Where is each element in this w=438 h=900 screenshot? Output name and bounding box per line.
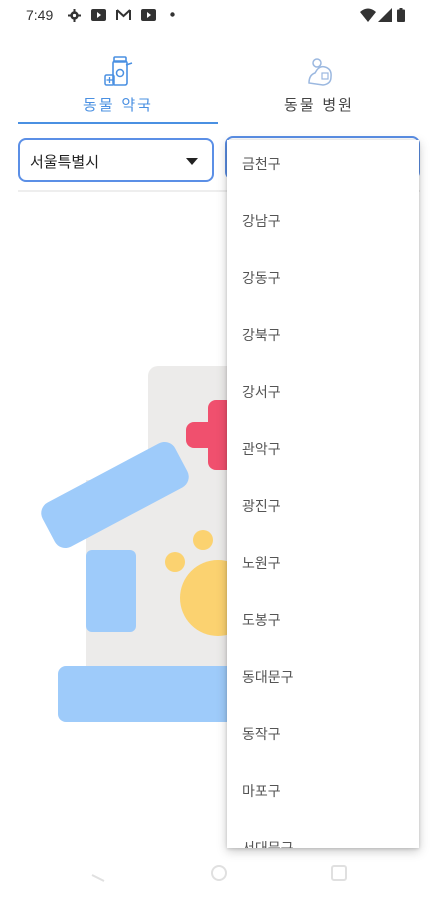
home-icon: [211, 865, 227, 881]
active-tab-indicator: [18, 122, 218, 124]
dropdown-option[interactable]: 강북구: [227, 311, 419, 368]
navigation-bar: [91, 865, 347, 882]
status-bar: 7:49: [0, 0, 438, 30]
youtube-icon: [141, 9, 156, 21]
district-dropdown-menu: 금천구 강남구 강동구 강북구 강서구 관악구 광진구 노원구 도봉구 동대문구…: [227, 140, 419, 848]
tab-label: 동물 병원: [284, 96, 354, 114]
window: [86, 550, 136, 632]
recents-icon: [331, 865, 347, 881]
status-time: 7:49: [26, 7, 54, 23]
paw-toe-1: [165, 552, 185, 572]
hospital-icon: [308, 58, 332, 86]
tab-animal-hospital[interactable]: 동물 병원: [219, 50, 419, 126]
dropdown-option[interactable]: 동작구: [227, 710, 419, 767]
pharmacy-icon: [104, 56, 133, 86]
dropdown-option[interactable]: 서대문구: [227, 824, 419, 848]
dropdown-option[interactable]: 동대문구: [227, 653, 419, 710]
dot-icon: [170, 12, 175, 17]
dropdown-option[interactable]: 강서구: [227, 368, 419, 425]
signal-icon: [378, 8, 392, 22]
dropdown-option[interactable]: 도봉구: [227, 596, 419, 653]
tab-label: 동물 약국: [83, 96, 153, 114]
base-counter: [58, 666, 238, 722]
tab-animal-pharmacy[interactable]: 동물 약국: [18, 50, 218, 126]
gear-icon: [68, 9, 81, 22]
dropdown-option[interactable]: 마포구: [227, 767, 419, 824]
wifi-icon: [360, 8, 376, 22]
gmail-icon: [116, 9, 131, 20]
dropdown-option[interactable]: 광진구: [227, 482, 419, 539]
dropdown-arrow-icon: [186, 158, 198, 165]
back-icon: [91, 874, 105, 882]
dropdown-option[interactable]: 금천구: [227, 140, 419, 197]
paw-toe-2: [193, 530, 213, 550]
dropdown-option[interactable]: 강동구: [227, 254, 419, 311]
battery-icon: [397, 8, 405, 22]
tab-bar: 동물 약국 동물 병원: [0, 50, 438, 126]
dropdown-option[interactable]: 관악구: [227, 425, 419, 482]
city-select-value: 서울특별시: [30, 153, 100, 171]
dropdown-option[interactable]: 노원구: [227, 539, 419, 596]
city-select[interactable]: 서울특별시: [18, 138, 214, 182]
youtube-icon: [91, 9, 106, 21]
dropdown-option[interactable]: 강남구: [227, 197, 419, 254]
